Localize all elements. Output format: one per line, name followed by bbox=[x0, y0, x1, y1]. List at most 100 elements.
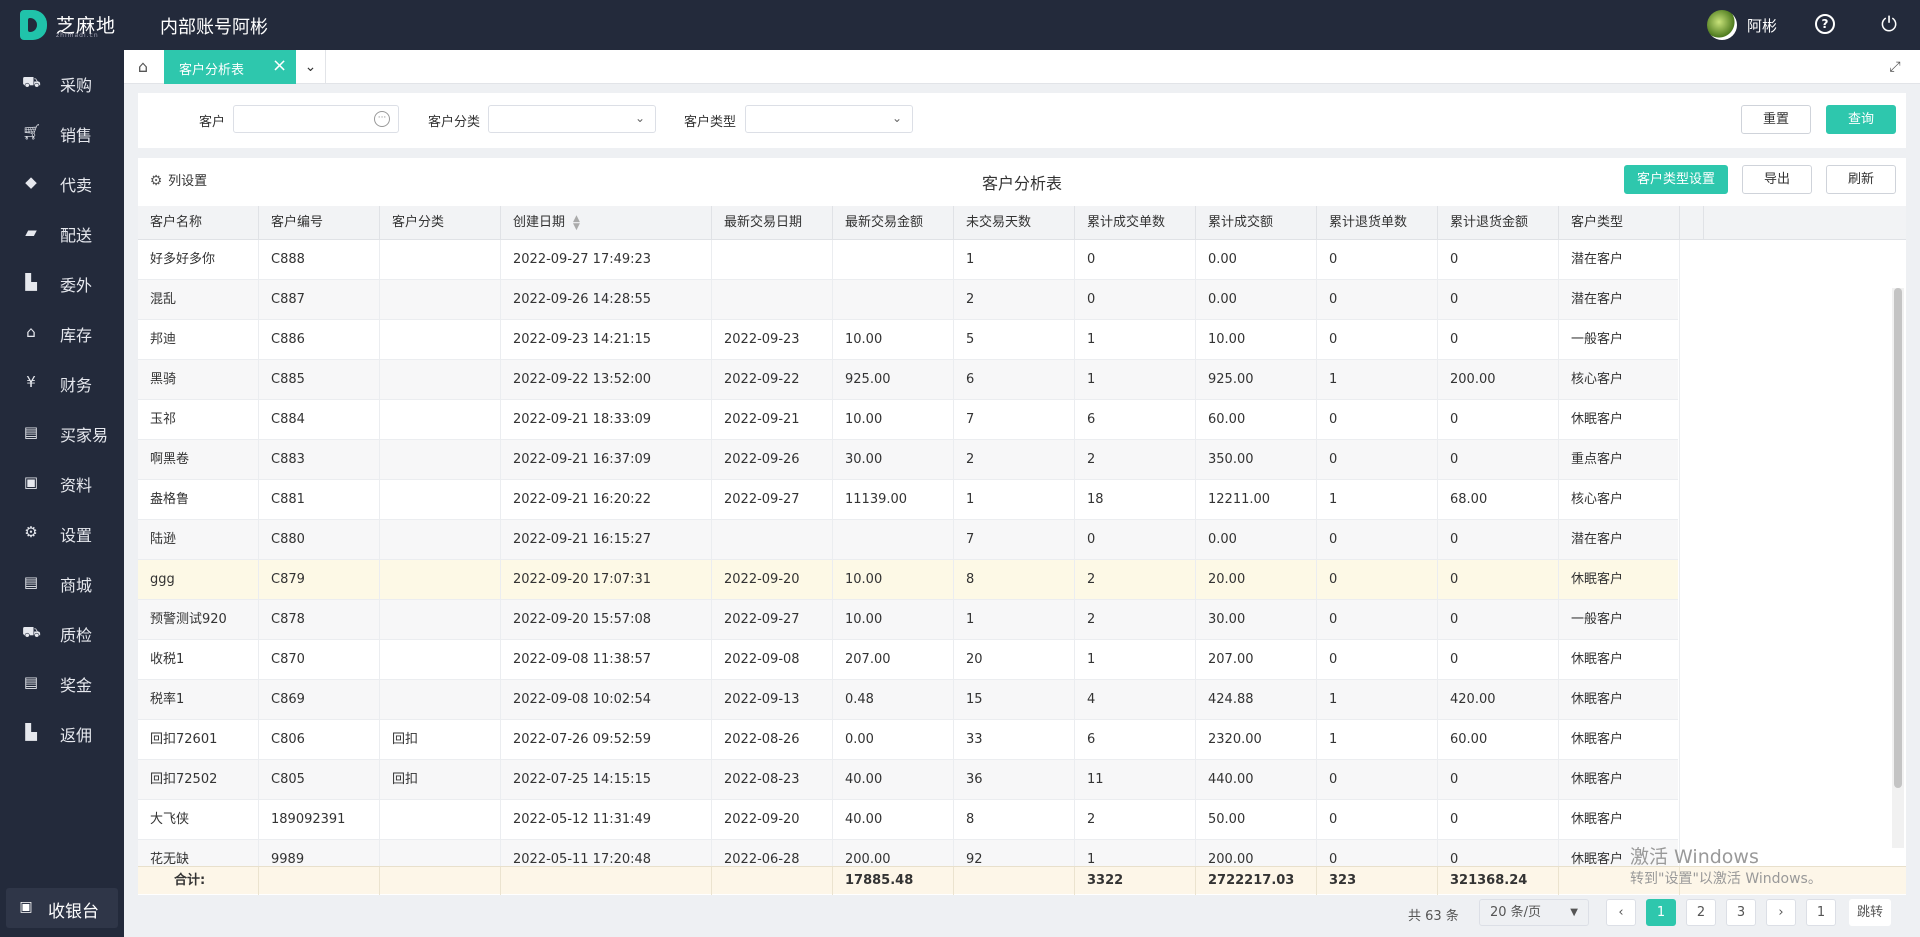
query-button[interactable]: 查询 bbox=[1826, 105, 1896, 134]
column-header[interactable]: 最新交易日期 bbox=[712, 206, 833, 240]
column-header-label: 最新交易金额 bbox=[845, 215, 924, 230]
shop-icon: ▤ bbox=[23, 573, 39, 591]
table-row[interactable]: 回扣72502 C805 回扣 2022-07-25 14:15:15 2022-08-… bbox=[138, 760, 1680, 800]
scrollbar-thumb[interactable] bbox=[1894, 288, 1902, 788]
table-cell: 30.00 bbox=[833, 440, 954, 480]
table-row[interactable]: ggg C879 2022-09-20 17:07:31 2022-09-20 10.0… bbox=[138, 560, 1680, 600]
table-row[interactable]: 混乱 C887 2022-09-26 14:28:55 2 0 0.00 0 0 潜在客户 bbox=[138, 280, 1680, 320]
more-icon[interactable]: ··· bbox=[374, 111, 390, 127]
building-icon: ▙ bbox=[25, 273, 37, 291]
column-header[interactable]: 最新交易金额 bbox=[833, 206, 954, 240]
column-header[interactable]: 未交易天数 bbox=[954, 206, 1075, 240]
chevron-down-icon[interactable]: ⌄ bbox=[296, 50, 326, 84]
column-header[interactable]: 累计成交单数 bbox=[1075, 206, 1196, 240]
table-row[interactable]: 税率1 C869 2022-09-08 10:02:54 2022-09-13 0.48… bbox=[138, 680, 1680, 720]
customer-input[interactable]: ··· bbox=[233, 105, 399, 133]
table-cell: 40.00 bbox=[833, 760, 954, 800]
export-button[interactable]: 导出 bbox=[1742, 165, 1812, 194]
customer-label: 客户 bbox=[199, 115, 226, 130]
sidebar-item-inventory[interactable]: ⌂ 库存 bbox=[0, 310, 124, 354]
table-row[interactable]: 玉祁 C884 2022-09-21 18:33:09 2022-09-21 10.00… bbox=[138, 400, 1680, 440]
archive-icon: ▣ bbox=[23, 473, 39, 491]
refresh-button[interactable]: 刷新 bbox=[1826, 165, 1896, 194]
table-row[interactable]: 好多好多你 C888 2022-09-27 17:49:23 1 0 0.00 0 0 潜在客户 bbox=[138, 240, 1680, 280]
sort-icon[interactable]: ▲ ▼ bbox=[573, 214, 580, 231]
avatar[interactable] bbox=[1707, 10, 1737, 40]
sidebar-item-settings[interactable]: ⚙ 设置 bbox=[0, 510, 124, 554]
jump-button[interactable]: 跳转 bbox=[1849, 899, 1891, 926]
table-cell: 10.00 bbox=[833, 400, 954, 440]
table-cell: 核心客户 bbox=[1559, 360, 1680, 400]
column-header-label: 客户名称 bbox=[150, 215, 203, 230]
table-cell: 休眠客户 bbox=[1559, 800, 1680, 840]
sidebar-item-sales[interactable]: 🛒︎ 销售 bbox=[0, 110, 124, 154]
reset-button[interactable]: 重置 bbox=[1741, 105, 1811, 134]
table-row[interactable]: 黑骑 C885 2022-09-22 13:52:00 2022-09-22 925.0… bbox=[138, 360, 1680, 400]
cashier-button[interactable]: ▣ 收银台 bbox=[6, 888, 118, 928]
table-cell: C884 bbox=[259, 400, 380, 440]
customer-type-settings-button[interactable]: 客户类型设置 bbox=[1624, 165, 1728, 194]
table-row[interactable]: 盎格鲁 C881 2022-09-21 16:20:22 2022-09-27 1113… bbox=[138, 480, 1680, 520]
type-label: 客户类型 bbox=[684, 115, 737, 130]
table-row[interactable]: 大飞侠 189092391 2022-05-12 11:31:49 2022-09-2… bbox=[138, 800, 1680, 840]
sidebar-item-data[interactable]: ▣ 资料 bbox=[0, 460, 124, 504]
sidebar-item-rebate[interactable]: ▙ 返佣 bbox=[0, 710, 124, 754]
sidebar-item-consign[interactable]: ◆ 代卖 bbox=[0, 160, 124, 204]
table-row[interactable]: 预警测试920 C878 2022-09-20 15:57:08 2022-09-27… bbox=[138, 600, 1680, 640]
column-header[interactable]: 累计成交额 bbox=[1196, 206, 1317, 240]
sidebar-item-buyer[interactable]: ▤ 买家易 bbox=[0, 410, 124, 454]
column-settings-button[interactable]: ⚙ 列设置 bbox=[148, 170, 207, 189]
sidebar-item-mall[interactable]: ▤ 商城 bbox=[0, 560, 124, 604]
column-header[interactable]: 累计退货金额 bbox=[1438, 206, 1559, 240]
table-row[interactable]: 回扣72601 C806 回扣 2022-07-26 09:52:59 2022-08-… bbox=[138, 720, 1680, 760]
sidebar-item-qc[interactable]: ⛟ 质检 bbox=[0, 610, 124, 654]
category-select[interactable]: ⌄ bbox=[488, 105, 656, 133]
power-icon[interactable]: ⏻ bbox=[1878, 13, 1900, 35]
page-button[interactable]: 2 bbox=[1686, 899, 1716, 926]
table-row[interactable]: 邦迪 C886 2022-09-23 14:21:15 2022-09-23 10.00… bbox=[138, 320, 1680, 360]
table-cell: 207.00 bbox=[1196, 640, 1317, 680]
table-row[interactable]: 啊黑卷 C883 2022-09-21 16:37:09 2022-09-26 30.0… bbox=[138, 440, 1680, 480]
table-cell: 0 bbox=[1317, 560, 1438, 600]
column-header[interactable]: 客户名称 bbox=[138, 206, 259, 240]
page-button[interactable]: 1 bbox=[1646, 899, 1676, 926]
chevron-down-icon: ⌄ bbox=[891, 111, 902, 125]
sidebar-item-delivery[interactable]: ▰ 配送 bbox=[0, 210, 124, 254]
table-cell: 2022-09-21 16:15:27 bbox=[501, 520, 712, 560]
table-cell: 36 bbox=[954, 760, 1075, 800]
prev-page-button[interactable]: ‹ bbox=[1606, 899, 1636, 926]
username[interactable]: 阿彬 bbox=[1747, 15, 1777, 36]
table-cell: 0 bbox=[1317, 440, 1438, 480]
column-header[interactable]: 客户分类 bbox=[380, 206, 501, 240]
sidebar-item-label: 销售 bbox=[60, 126, 93, 145]
column-header[interactable]: 客户编号 bbox=[259, 206, 380, 240]
close-icon[interactable]: × bbox=[272, 56, 287, 76]
sidebar-item-label: 库存 bbox=[60, 326, 93, 345]
sidebar-item-bonus[interactable]: ▤ 奖金 bbox=[0, 660, 124, 704]
column-header[interactable]: 客户类型 bbox=[1559, 206, 1680, 240]
logo[interactable]: 芝麻地 zhimadi.cn bbox=[20, 10, 120, 40]
next-page-button[interactable]: › bbox=[1766, 899, 1796, 926]
column-header-label: 创建日期 bbox=[513, 215, 566, 230]
fullscreen-icon[interactable]: ⤢ bbox=[1886, 58, 1904, 76]
sidebar-item-outsource[interactable]: ▙ 委外 bbox=[0, 260, 124, 304]
vertical-scrollbar[interactable] bbox=[1892, 288, 1904, 848]
jump-page-input[interactable]: 1 bbox=[1806, 899, 1836, 926]
page-size-select[interactable]: 20 条/页 ▼ bbox=[1479, 899, 1589, 926]
table-row[interactable]: 收税1 C870 2022-09-08 11:38:57 2022-09-08 207.… bbox=[138, 640, 1680, 680]
tab-customer-analysis[interactable]: 客户分析表 × bbox=[164, 50, 296, 84]
page-button[interactable]: 3 bbox=[1726, 899, 1756, 926]
table-cell: C888 bbox=[259, 240, 380, 280]
column-header-spacer bbox=[1680, 206, 1704, 240]
column-header[interactable]: 累计退货单数 bbox=[1317, 206, 1438, 240]
sidebar-item-purchase[interactable]: ⛟ 采购 bbox=[0, 60, 124, 104]
table-cell: 预警测试920 bbox=[138, 600, 259, 640]
table-cell: 8 bbox=[954, 800, 1075, 840]
column-header[interactable]: 创建日期 ▲ ▼ bbox=[501, 206, 712, 240]
table-row[interactable]: 陆逊 C880 2022-09-21 16:15:27 7 0 0.00 0 0 潜在客户 bbox=[138, 520, 1680, 560]
table-cell: 1 bbox=[954, 480, 1075, 520]
home-icon[interactable]: ⌂ bbox=[134, 58, 152, 76]
sidebar-item-finance[interactable]: ¥ 财务 bbox=[0, 360, 124, 404]
type-select[interactable]: ⌄ bbox=[745, 105, 913, 133]
help-icon[interactable]: ? bbox=[1815, 14, 1835, 34]
